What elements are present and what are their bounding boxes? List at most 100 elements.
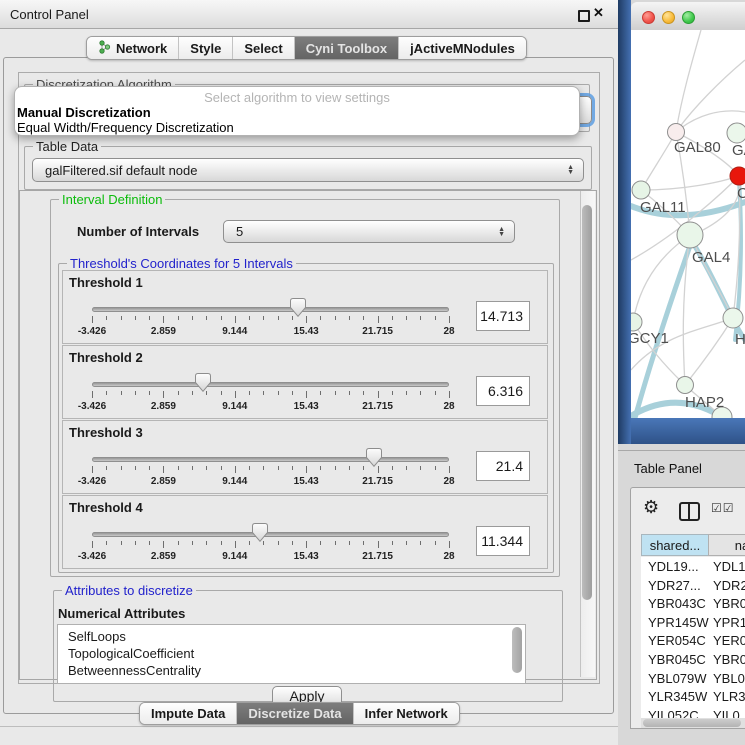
cell-name[interactable]: YPR1 (713, 615, 745, 630)
network-window-frame (618, 0, 631, 444)
top-tabbar: Network Style Select Cyni Toolbox jActiv… (86, 36, 527, 60)
threshold-2-value-field[interactable]: 6.316 (476, 376, 530, 406)
cell-name[interactable]: YDL1 (713, 559, 745, 574)
attribute-list-item[interactable]: TopologicalCoefficient (58, 645, 525, 662)
table-row[interactable]: YDR27... YDR2 (641, 576, 745, 595)
gear-icon[interactable]: ⚙ (643, 497, 659, 518)
tab-select[interactable]: Select (233, 37, 294, 59)
minimize-traffic-light-icon[interactable] (662, 11, 675, 24)
tab-cyni-toolbox[interactable]: Cyni Toolbox (295, 37, 399, 59)
threshold-4-slider-thumb[interactable] (252, 523, 268, 542)
network-node[interactable] (723, 308, 743, 328)
tab-infer-network[interactable]: Infer Network (354, 703, 459, 724)
close-traffic-light-icon[interactable] (642, 11, 655, 24)
cell-shared-name[interactable]: YBR043C (648, 596, 706, 611)
slider-tick (221, 466, 222, 470)
network-node[interactable] (727, 123, 745, 143)
cell-name[interactable]: YIL0 (713, 708, 740, 718)
threshold-3-panel: Threshold 3 -3.4262.8599.14415.4321.7152… (62, 420, 548, 494)
slider-tick (335, 466, 336, 470)
cell-name[interactable]: YBL0 (713, 671, 745, 686)
cell-name[interactable]: YBR0 (713, 652, 745, 667)
table-row[interactable]: YLR345W YLR3 (641, 687, 745, 706)
algorithm-option-manual[interactable]: Manual Discretization (17, 105, 151, 120)
slider-tick (206, 391, 207, 395)
cell-name[interactable]: YBR0 (713, 596, 745, 611)
tab-style[interactable]: Style (179, 37, 233, 59)
cell-shared-name[interactable]: YPR145W (648, 615, 709, 630)
network-node[interactable] (677, 377, 694, 394)
slider-tick (92, 391, 93, 398)
table-row[interactable]: YBR043C YBR0 (641, 594, 745, 613)
cell-shared-name[interactable]: YDR27... (648, 578, 701, 593)
tab-impute-data[interactable]: Impute Data (140, 703, 237, 724)
network-node[interactable] (668, 124, 685, 141)
settings-scrollbar-thumb[interactable] (582, 205, 592, 600)
threshold-4-value-field[interactable]: 11.344 (476, 526, 530, 556)
slider-tick (235, 541, 236, 548)
table-hscrollbar-thumb[interactable] (643, 719, 741, 727)
threshold-4-panel: Threshold 4 -3.4262.8599.14415.4321.7152… (62, 495, 548, 569)
table-row[interactable]: YDL19... YDL1 (641, 557, 745, 576)
network-node[interactable] (631, 313, 642, 331)
network-window-titlebar[interactable] (631, 2, 745, 31)
threshold-2-slider-thumb[interactable] (195, 373, 211, 392)
numerical-attributes-list[interactable]: SelfLoopsTopologicalCoefficientBetweenne… (57, 624, 526, 684)
table-data-combo[interactable]: galFiltered.sif default node ▲▼ (32, 158, 584, 182)
slider-tick (149, 391, 150, 395)
tab-network[interactable]: Network (87, 37, 179, 59)
network-view-canvas[interactable]: GAL80GAGAL11CGAL4GCY1HHAP2 (631, 30, 745, 418)
slider-tick (335, 391, 336, 395)
threshold-2-panel: Threshold 2 -3.4262.8599.14415.4321.7152… (62, 345, 548, 419)
table-row[interactable]: YIL052C YIL0 (641, 706, 745, 718)
column-layout-icon[interactable] (679, 502, 700, 521)
cell-name[interactable]: YDR2 (713, 578, 745, 593)
attribute-list-item[interactable]: BetweennessCentrality (58, 662, 525, 679)
table-row[interactable]: YBR045C YBR0 (641, 650, 745, 669)
threshold-3-slider-track[interactable] (92, 457, 449, 462)
table-row[interactable]: YPR145W YPR1 (641, 613, 745, 632)
table-row[interactable]: YBL079W YBL0 (641, 669, 745, 688)
tab-jactivemnodules[interactable]: jActiveMNodules (399, 37, 526, 59)
attributes-scrollbar-thumb[interactable] (512, 627, 522, 673)
slider-tick (349, 316, 350, 320)
attribute-list-item[interactable]: SelfLoops (58, 625, 525, 645)
slider-tick (106, 316, 107, 320)
tab-network-label: Network (116, 41, 167, 56)
tab-cyni-toolbox-label: Cyni Toolbox (306, 41, 387, 56)
checkbox-filter-icons[interactable]: ☑☑ (711, 501, 735, 515)
table-body[interactable]: YDL19... YDL1 YDR27... YDR2 YBR043C YBR0 YPR14… (641, 557, 745, 718)
num-intervals-combo[interactable]: 5 ▲▼ (223, 220, 515, 243)
slider-tick-label: 28 (443, 326, 454, 337)
cell-shared-name[interactable]: YLR345W (648, 689, 707, 704)
algorithm-dropdown-popup: Select algorithm to view settings Manual… (14, 86, 580, 136)
cell-shared-name[interactable]: YDL19... (648, 559, 699, 574)
bottom-tabbar: Impute Data Discretize Data Infer Networ… (139, 702, 460, 725)
cell-shared-name[interactable]: YER054C (648, 633, 706, 648)
cell-shared-name[interactable]: YIL052C (648, 708, 699, 718)
threshold-1-value-field[interactable]: 14.713 (476, 301, 530, 331)
combo-arrows-icon: ▲▼ (498, 227, 505, 237)
cell-shared-name[interactable]: YBL079W (648, 671, 707, 686)
threshold-4-slider-track[interactable] (92, 532, 449, 537)
table-row[interactable]: YER054C YER0 (641, 631, 745, 650)
threshold-3-value-field[interactable]: 21.4 (476, 451, 530, 481)
slider-tick (292, 466, 293, 470)
threshold-3-slider-thumb[interactable] (366, 448, 382, 467)
threshold-2-slider-track[interactable] (92, 382, 449, 387)
threshold-1-slider-track[interactable] (92, 307, 449, 312)
float-window-icon[interactable] (578, 10, 590, 22)
cell-name[interactable]: YER0 (713, 633, 745, 648)
tab-discretize-data[interactable]: Discretize Data (237, 703, 353, 724)
network-node[interactable] (677, 222, 703, 248)
network-node[interactable] (632, 181, 650, 199)
network-node[interactable] (730, 167, 745, 185)
threshold-1-slider-thumb[interactable] (290, 298, 306, 317)
cell-name[interactable]: YLR3 (713, 689, 745, 704)
close-icon[interactable]: ✕ (593, 5, 604, 21)
column-header-shared-name[interactable]: shared... (641, 534, 709, 556)
algorithm-option-equal-width[interactable]: Equal Width/Frequency Discretization (17, 120, 234, 135)
zoom-traffic-light-icon[interactable] (682, 11, 695, 24)
column-header-name[interactable]: na (708, 534, 745, 556)
cell-shared-name[interactable]: YBR045C (648, 652, 706, 667)
